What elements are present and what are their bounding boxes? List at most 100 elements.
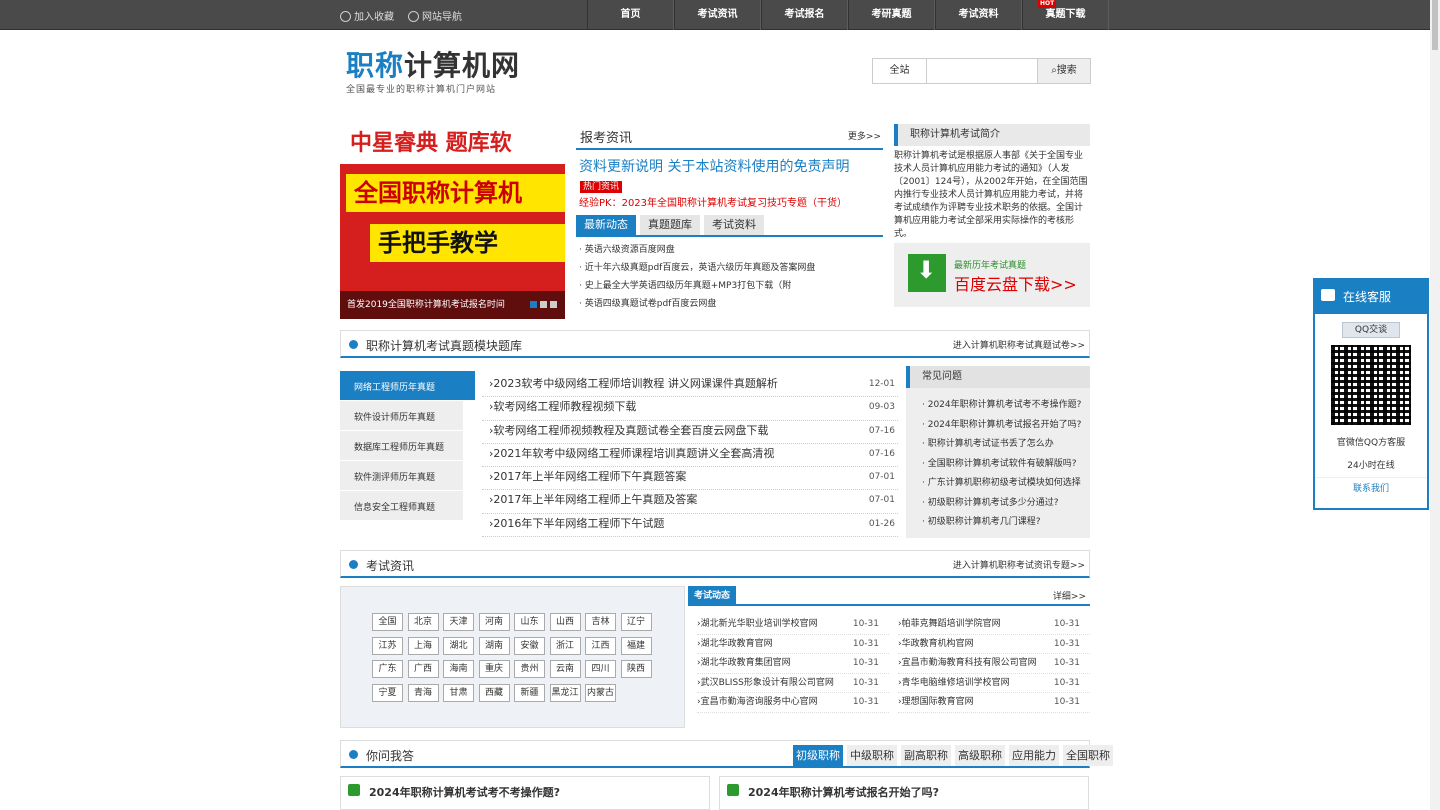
list-item[interactable]: ›2023软考中级网络工程师培训教程 讲义网课课件真题解析 12-01	[482, 374, 898, 398]
scrollbar-thumb[interactable]	[1432, 0, 1438, 50]
province-button[interactable]: 贵州	[514, 660, 545, 678]
search-input[interactable]	[927, 59, 1037, 83]
section-more-link[interactable]: 进入计算机职称考试资讯专题>>	[953, 558, 1085, 571]
banner-dot[interactable]	[530, 301, 537, 308]
tab-national[interactable]: 全国职称	[1063, 745, 1113, 766]
list-item[interactable]: ›宜昌市勤海教育科技有限公司官网 10-31	[898, 654, 1090, 674]
banner-dot[interactable]	[540, 301, 547, 308]
faq-item[interactable]: · 2024年职称计算机考试考不考操作题?	[922, 396, 1090, 416]
category-database[interactable]: 数据库工程师历年真题	[340, 431, 463, 461]
tab-junior[interactable]: 初级职称	[793, 745, 843, 766]
tab-application[interactable]: 应用能力	[1009, 745, 1059, 766]
tab-intermediate[interactable]: 中级职称	[847, 745, 897, 766]
province-button[interactable]: 青海	[407, 683, 439, 702]
nav-materials[interactable]: 考试资料	[935, 0, 1022, 30]
nav-signup[interactable]: 考试报名	[761, 0, 848, 30]
list-item[interactable]: ›2017年上半年网络工程师上午真题及答案 07-01	[482, 490, 898, 514]
nav-home[interactable]: 首页	[587, 0, 674, 30]
province-button[interactable]: 陕西	[620, 660, 652, 678]
province-button[interactable]: 云南	[549, 660, 581, 678]
faq-item[interactable]: · 初级职称计算机考几门课程?	[922, 513, 1090, 533]
province-button[interactable]: 福建	[620, 636, 652, 655]
download-banner[interactable]: 最新历年考试真题 百度云盘下载>>	[894, 243, 1090, 307]
list-item[interactable]: ›湖北新光华职业培训学校官网 10-31	[697, 615, 889, 635]
list-item[interactable]: · 英语六级资源百度网盘	[576, 241, 883, 259]
hot-news-link[interactable]: 经验PK：2023年全国职称计算机考试复习技巧专题（干货）	[576, 194, 883, 209]
site-logo[interactable]: 职称计算机网 全国最专业的职称计算机门户网站	[346, 50, 520, 96]
province-button[interactable]: 湖南	[478, 636, 510, 655]
province-button[interactable]: 上海	[407, 636, 439, 655]
qa-card[interactable]: 2024年职称计算机考试考不考操作题?	[340, 776, 710, 810]
qa-card[interactable]: 2024年职称计算机考试报名开始了吗?	[719, 776, 1089, 810]
province-button[interactable]: 全国	[372, 613, 403, 631]
province-button[interactable]: 甘肃	[443, 683, 474, 702]
list-item[interactable]: ›湖北华政教育集团官网 10-31	[697, 654, 889, 674]
list-item[interactable]: ›软考网络工程师教程视频下载 09-03	[482, 397, 898, 421]
province-button[interactable]: 四川	[585, 660, 616, 678]
list-item[interactable]: · 英语四级真题试卷pdf百度云网盘	[576, 295, 883, 313]
province-button[interactable]: 辽宁	[620, 613, 652, 631]
list-item[interactable]: ›湖北华政教育官网 10-31	[697, 635, 889, 654]
bookmark-link[interactable]: 加入收藏	[340, 8, 394, 23]
tab-associate-senior[interactable]: 副高职称	[901, 745, 951, 766]
news-headline[interactable]: 资料更新说明 关于本站资料使用的免责声明	[576, 156, 883, 176]
dynamics-more-link[interactable]: 详细>>	[1053, 589, 1086, 602]
province-button[interactable]: 西藏	[478, 683, 510, 702]
province-button[interactable]: 北京	[407, 613, 439, 631]
category-software-test[interactable]: 软件测评师历年真题	[340, 461, 463, 491]
tab-latest[interactable]: 最新动态	[576, 215, 636, 235]
banner-dot[interactable]	[550, 301, 557, 308]
qq-chat-button[interactable]: QQ交谈	[1342, 322, 1400, 338]
province-button[interactable]: 广西	[407, 660, 439, 678]
tab-question-bank[interactable]: 真题题库	[640, 215, 700, 235]
province-button[interactable]: 湖北	[443, 636, 474, 655]
province-button[interactable]: 广东	[372, 660, 403, 678]
section-more-link[interactable]: 进入计算机职称考试真题试卷>>	[953, 338, 1085, 351]
faq-item[interactable]: · 全国职称计算机考试软件有破解版吗?	[922, 455, 1090, 475]
list-item[interactable]: ›武汉BLISS形象设计有限公司官网 10-31	[697, 674, 889, 693]
province-button[interactable]: 吉林	[585, 613, 616, 631]
province-button[interactable]: 天津	[443, 613, 474, 631]
province-button[interactable]: 浙江	[549, 636, 581, 655]
faq-item[interactable]: · 初级职称计算机考试多少分通过?	[922, 494, 1090, 514]
list-item[interactable]: ›理想国际教育官网 10-31	[898, 693, 1090, 713]
search-button[interactable]: ⌕搜索	[1037, 59, 1090, 83]
province-button[interactable]: 重庆	[478, 660, 510, 678]
province-button[interactable]: 新疆	[514, 683, 545, 702]
nav-exams[interactable]: 考研真题	[848, 0, 935, 30]
faq-item[interactable]: · 广东计算机职称初级考试模块如何选择	[922, 474, 1090, 494]
category-network[interactable]: 网络工程师历年真题	[340, 371, 475, 401]
list-item[interactable]: ›华政教育机构官网 10-31	[898, 635, 1090, 654]
tab-materials[interactable]: 考试资料	[704, 215, 764, 235]
category-security[interactable]: 信息安全工程师真题	[340, 491, 463, 521]
list-item[interactable]: ›2021年软考中级网络工程师课程培训真题讲义全套高清视 07-16	[482, 444, 898, 468]
province-button[interactable]: 黑龙江	[549, 683, 581, 702]
list-item[interactable]: ›青华电脑维修培训学校官网 10-31	[898, 674, 1090, 693]
nav-news[interactable]: 考试资讯	[674, 0, 761, 30]
province-button[interactable]: 江西	[585, 636, 616, 655]
search-scope-select[interactable]: 全站	[873, 59, 927, 83]
faq-item[interactable]: · 2024年职称计算机考试报名开始了吗?	[922, 416, 1090, 436]
province-button[interactable]: 海南	[443, 660, 474, 678]
nav-download[interactable]: HOT 真题下载	[1022, 0, 1109, 30]
scrollbar[interactable]	[1430, 0, 1440, 810]
tab-senior[interactable]: 高级职称	[955, 745, 1005, 766]
province-button[interactable]: 山西	[549, 613, 581, 631]
province-button[interactable]: 安徽	[514, 636, 545, 655]
list-item[interactable]: ›软考网络工程师视频教程及真题试卷全套百度云网盘下载 07-16	[482, 421, 898, 444]
promo-banner[interactable]: 中星睿典 题库软 全国职称计算机 手把手教学 首发2019全国职称计算机考试报名…	[340, 124, 565, 319]
province-button[interactable]: 江苏	[372, 636, 403, 655]
province-button[interactable]: 内蒙古	[585, 683, 616, 702]
list-item[interactable]: ›宜昌市勤海咨询服务中心官网 10-31	[697, 693, 889, 713]
news-more-link[interactable]: 更多>>	[848, 129, 881, 142]
site-nav-link[interactable]: 网站导航	[408, 8, 462, 23]
list-item[interactable]: ›2017年上半年网络工程师下午真题答案 07-01	[482, 467, 898, 491]
list-item[interactable]: · 近十年六级真题pdf百度云，英语六级历年真题及答案网盘	[576, 259, 883, 277]
category-software-design[interactable]: 软件设计师历年真题	[340, 401, 463, 431]
list-item[interactable]: · 史上最全大学英语四级历年真题+MP3打包下载（附	[576, 277, 883, 295]
province-button[interactable]: 山东	[514, 613, 545, 631]
province-button[interactable]: 河南	[478, 613, 510, 631]
list-item[interactable]: ›2016年下半年网络工程师下午试题 01-26	[482, 514, 898, 538]
list-item[interactable]: ›帕菲克舞蹈培训学院官网 10-31	[898, 615, 1090, 635]
contact-link[interactable]: 联系我们	[1315, 477, 1427, 494]
